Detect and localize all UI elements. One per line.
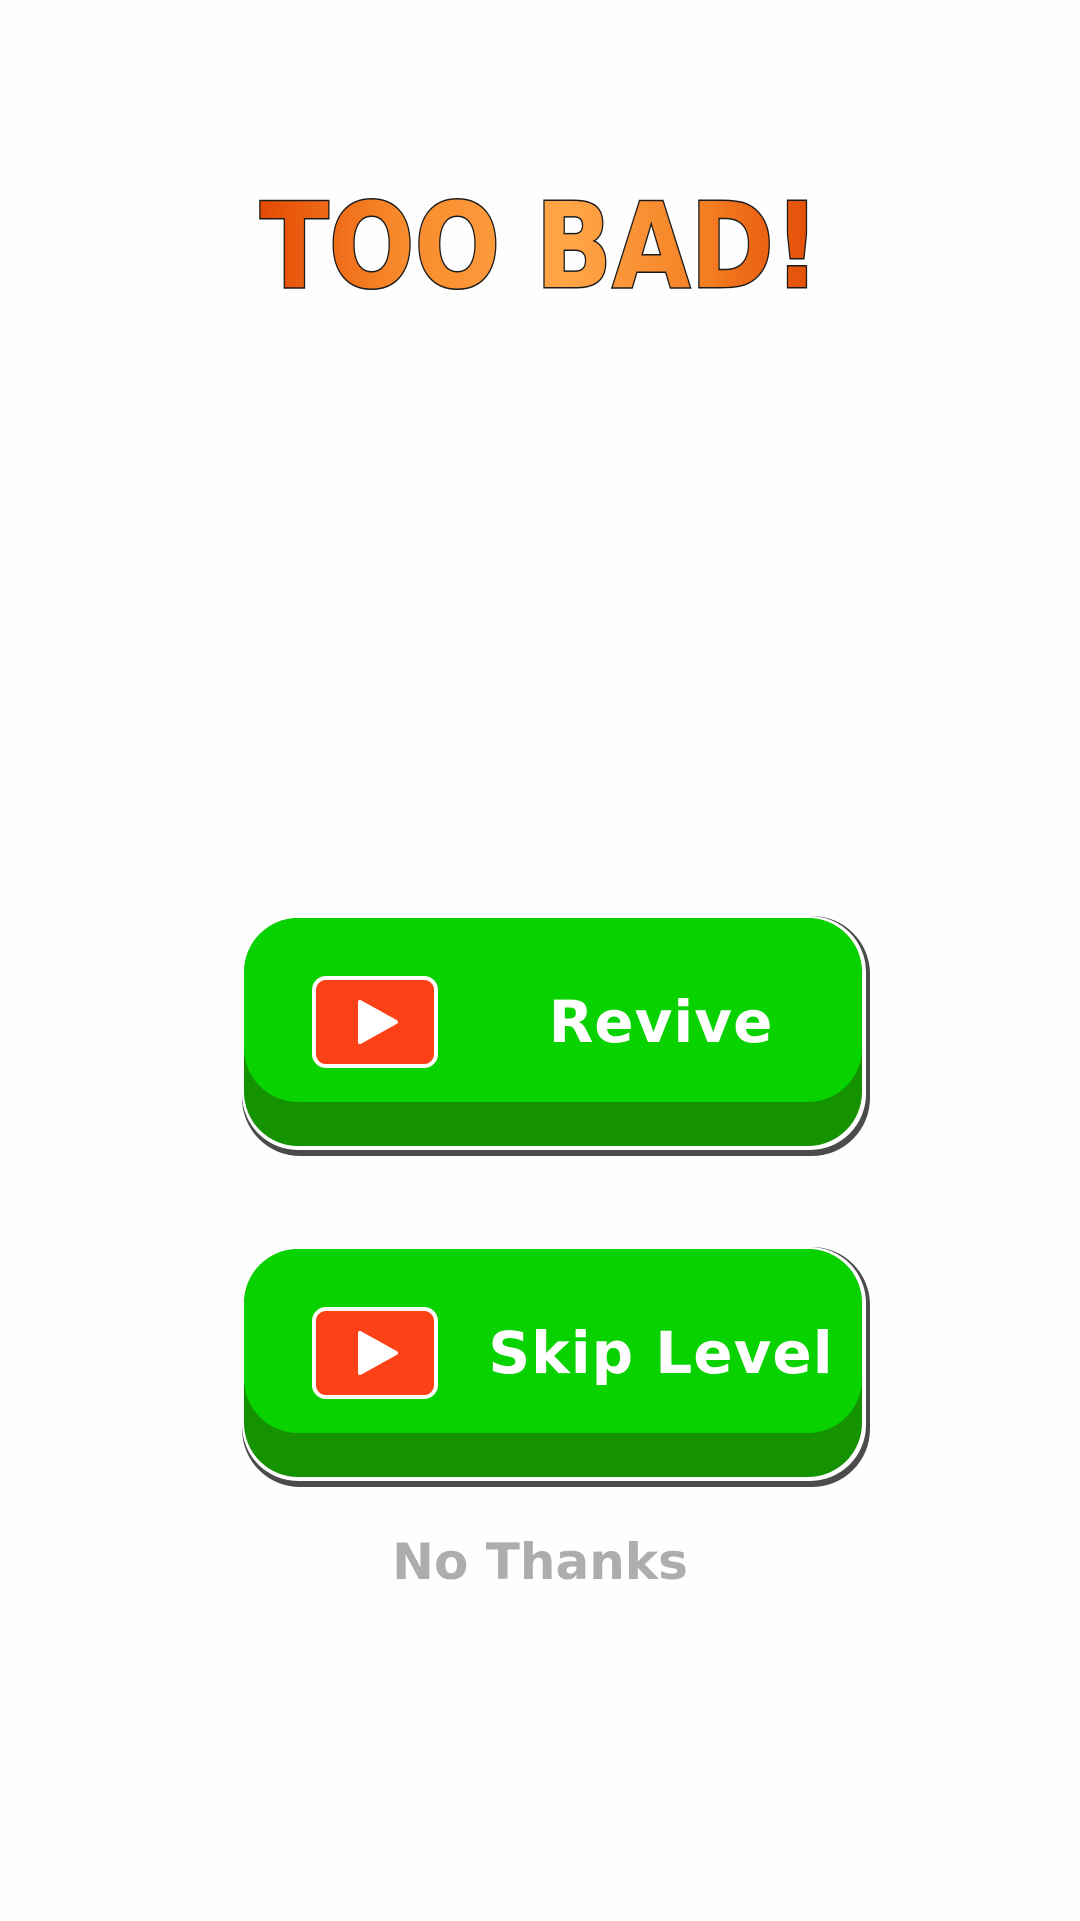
no-thanks-link[interactable]: No Thanks [340,1530,740,1594]
revive-button[interactable]: Revive [242,916,870,1156]
play-badge [312,1307,438,1399]
skip-level-label: Skip Level [488,1319,834,1387]
skip-level-button[interactable]: Skip Level [242,1247,870,1487]
revive-label: Revive [548,988,774,1056]
game-over-screen: TOO BAD! Revive Skip Level No Thanks [0,0,1080,1921]
play-icon [358,1000,398,1044]
title-banner: TOO BAD! [0,175,1080,316]
title-graphic: TOO BAD! [259,176,822,316]
play-icon [358,1331,398,1375]
play-badge [312,976,438,1068]
title-text: TOO BAD! [260,177,820,315]
